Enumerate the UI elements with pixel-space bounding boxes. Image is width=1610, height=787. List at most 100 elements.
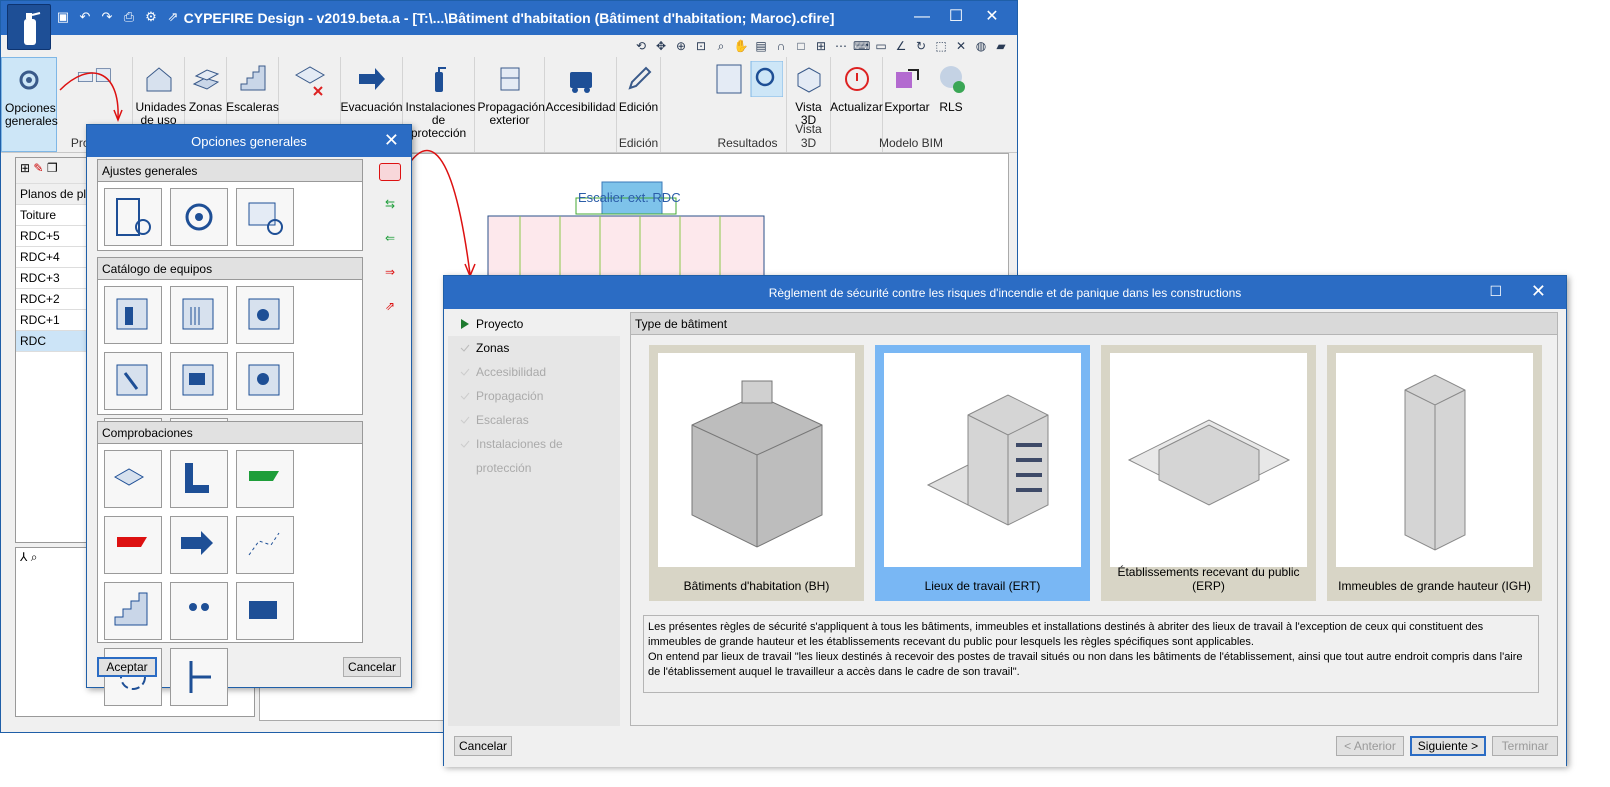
arrow-right-icon: [181, 531, 213, 555]
office-building-icon: [884, 353, 1081, 567]
catalogo-header: Catálogo de equipos: [98, 258, 362, 280]
nav-propagacion: Propagación: [448, 384, 620, 408]
reg-title: Règlement de sécurité contre les risques…: [768, 286, 1242, 300]
nav-label: Escaleras: [476, 413, 529, 427]
ajustes-grid: [98, 182, 362, 252]
fire-truck-icon: [249, 601, 277, 619]
building-settings-button[interactable]: [104, 188, 162, 246]
fire-extinguisher-logo-icon[interactable]: [7, 4, 51, 50]
extinguisher-catalog-button[interactable]: [104, 286, 162, 344]
nav-zonas[interactable]: Zonas: [448, 336, 620, 360]
cancelar-button[interactable]: Cancelar: [454, 736, 512, 756]
tower-building-icon: [1336, 353, 1533, 567]
people-icon: [189, 603, 209, 611]
cancelar-button[interactable]: Cancelar: [343, 657, 401, 677]
check-icon: [460, 392, 470, 400]
comprobaciones-section: Comprobaciones: [97, 421, 363, 706]
gear-icon: [185, 203, 213, 231]
red-panel-icon[interactable]: [379, 163, 401, 181]
options-side-toolbar: ⇆ ⇐ ⇒ ⇗: [377, 163, 403, 317]
card-ert-selected[interactable]: Lieux de travail (ERT): [875, 345, 1090, 601]
nav-label: Accesibilidad: [476, 365, 547, 379]
opciones-generales-dialog: Opciones generales ✕ Ajustes generales C…: [86, 124, 412, 706]
zones-check-icon: [113, 468, 145, 486]
panel-folder-icon: [182, 364, 214, 396]
building-icon: [116, 198, 151, 236]
light-catalog-button[interactable]: [236, 352, 294, 410]
card-bh[interactable]: Bâtiments d'habitation (BH): [649, 345, 864, 601]
aceptar-button[interactable]: Aceptar: [97, 657, 157, 677]
options-title: Opciones generales: [191, 134, 307, 149]
nav-accesibilidad: Accesibilidad: [448, 360, 620, 384]
nav-label: Proyecto: [476, 317, 524, 331]
play-arrow-icon: [461, 319, 469, 329]
hose-catalog-button[interactable]: [170, 286, 228, 344]
comprobaciones-header: Comprobaciones: [98, 422, 362, 444]
anterior-button[interactable]: < Anterior: [1336, 736, 1404, 756]
nav-escaleras: Escaleras: [448, 408, 620, 432]
evacuation-check-button[interactable]: [170, 516, 228, 574]
import-icon[interactable]: ⇆: [379, 197, 401, 215]
terminar-button[interactable]: Terminar: [1492, 736, 1558, 756]
reg-footer: Cancelar < Anterior Siguiente > Terminar: [444, 730, 1566, 767]
nav-proyecto[interactable]: Proyecto: [448, 312, 620, 336]
section-icon: [189, 661, 211, 693]
building-type-panel: Type de bâtiment Bâtiments d'habitation …: [630, 312, 1558, 726]
options-titlebar: Opciones generales ✕: [87, 125, 411, 157]
check-icon: [460, 416, 470, 424]
section-check-button[interactable]: [170, 648, 228, 706]
red-zone-check-button[interactable]: [104, 516, 162, 574]
card-caption: Immeubles de grande hauteur (IGH): [1338, 579, 1531, 593]
stairs-icon: [114, 592, 148, 626]
sprinkler-folder-icon: [116, 364, 148, 396]
residential-building-icon: [658, 353, 855, 567]
external-link-icon[interactable]: ⇗: [379, 299, 401, 317]
card-igh[interactable]: Immeubles de grande hauteur (IGH): [1327, 345, 1542, 601]
check-icon: [460, 440, 470, 448]
panel-catalog-button[interactable]: [170, 352, 228, 410]
alarm-folder-icon: [248, 298, 280, 330]
ajustes-header: Ajustes generales: [98, 160, 362, 182]
nav-label: Instalaciones de protección: [476, 437, 563, 475]
nav-instalaciones: Instalaciones de protección: [448, 432, 620, 475]
card-caption: Établissements recevant du public (ERP): [1117, 565, 1300, 593]
extinguisher-folder-icon: [116, 298, 148, 330]
lightbulb-folder-icon: [248, 364, 280, 396]
red-zone-icon: [117, 537, 147, 547]
reglement-dialog: Règlement de sécurité contre les risques…: [443, 275, 1567, 767]
sprinkler-catalog-button[interactable]: [104, 352, 162, 410]
hose-folder-icon: [182, 298, 214, 330]
general-settings-button[interactable]: [170, 188, 228, 246]
red-arrow-icon[interactable]: ⇒: [379, 265, 401, 283]
maximize-icon[interactable]: ☐: [1489, 283, 1502, 300]
reg-titlebar: Règlement de sécurité contre les risques…: [444, 276, 1566, 309]
green-zone-check-button[interactable]: [236, 450, 294, 508]
panel-header: Type de bâtiment: [631, 313, 1557, 335]
siguiente-button[interactable]: Siguiente >: [1410, 736, 1486, 756]
route-icon: [248, 532, 280, 556]
green-zone-icon: [249, 471, 279, 481]
alarm-catalog-button[interactable]: [236, 286, 294, 344]
layers-settings-icon: [248, 202, 283, 235]
ajustes-section: Ajustes generales: [97, 159, 363, 251]
nav-label: Zonas: [476, 341, 510, 355]
occupancy-check-button[interactable]: [170, 582, 228, 640]
corner-check-button[interactable]: [170, 450, 228, 508]
route-check-button[interactable]: [236, 516, 294, 574]
card-caption: Lieux de travail (ERT): [924, 579, 1041, 593]
floors-settings-button[interactable]: [236, 188, 294, 246]
check-icon: [460, 368, 470, 376]
truck-check-button[interactable]: [236, 582, 294, 640]
description-text: Les présentes règles de sécurité s'appli…: [643, 615, 1539, 693]
close-icon[interactable]: ✕: [384, 130, 399, 151]
card-caption: Bâtiments d'habitation (BH): [683, 579, 830, 593]
green-arrow-icon[interactable]: ⇐: [379, 231, 401, 249]
stairs-check-button[interactable]: [104, 582, 162, 640]
corner-icon: [185, 463, 209, 493]
close-icon[interactable]: ✕: [1531, 281, 1546, 302]
zones-check-button[interactable]: [104, 450, 162, 508]
catalogo-section: Catálogo de equipos: [97, 257, 363, 476]
check-icon: [460, 344, 470, 352]
card-erp[interactable]: Établissements recevant du public (ERP): [1101, 345, 1316, 601]
nav-label: Propagación: [476, 389, 544, 403]
